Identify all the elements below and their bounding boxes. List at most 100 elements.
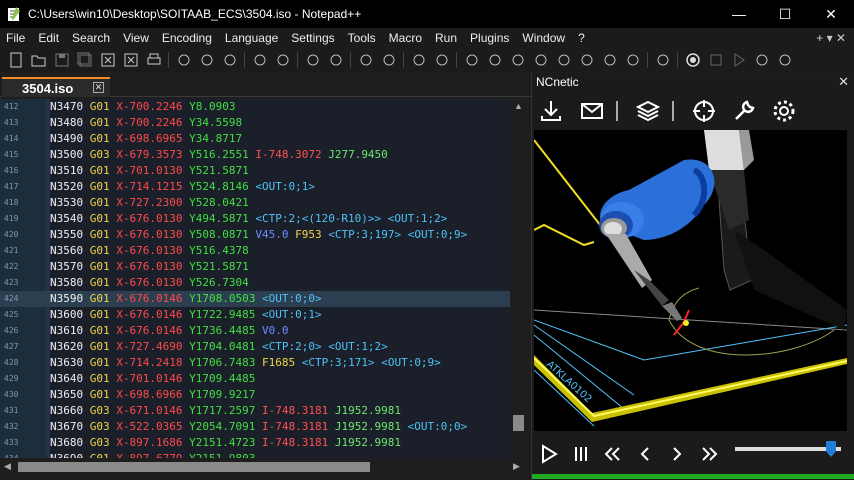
horizontal-scroll-thumb[interactable] xyxy=(18,462,370,472)
menu-encoding[interactable]: Encoding xyxy=(156,28,219,48)
horizontal-scrollbar[interactable]: ◀ ▶ xyxy=(0,458,527,476)
sync-h-icon[interactable] xyxy=(430,49,453,71)
doc-list-icon[interactable] xyxy=(621,49,644,71)
code-line[interactable]: 419 N3540 G01 X-676.0130 Y494.5871 <CTP:2… xyxy=(0,211,510,227)
paste-icon[interactable] xyxy=(218,49,241,71)
tab-3504-iso[interactable]: 3504.iso ✕ xyxy=(2,77,110,97)
replace-icon[interactable] xyxy=(324,49,347,71)
map-icon[interactable] xyxy=(552,49,575,71)
menu-tools[interactable]: Tools xyxy=(342,28,383,48)
menu-overflow-controls[interactable]: + ▾ ✕ xyxy=(816,31,854,45)
code-token: Y528.0421 xyxy=(182,196,249,209)
pause-icon[interactable] xyxy=(570,443,592,465)
menu-edit[interactable]: Edit xyxy=(32,28,66,48)
code-line[interactable]: 434 N3690 G01 X-897.6779 Y2151.9803 xyxy=(0,451,510,458)
zoom-out-icon[interactable] xyxy=(377,49,400,71)
layers-icon[interactable] xyxy=(635,98,661,124)
stop-icon[interactable] xyxy=(704,49,727,71)
target-icon[interactable] xyxy=(691,98,717,124)
code-line[interactable]: 413 N3480 G01 X-700.2246 Y34.5598 xyxy=(0,115,510,131)
mail-icon[interactable] xyxy=(579,98,605,124)
find-icon[interactable] xyxy=(301,49,324,71)
sync-v-icon[interactable] xyxy=(407,49,430,71)
step-forward-icon[interactable] xyxy=(666,443,688,465)
code-line[interactable]: 416 N3510 G01 X-701.0130 Y521.5871 xyxy=(0,163,510,179)
code-line[interactable]: 421 N3560 G01 X-676.0130 Y516.4378 xyxy=(0,243,510,259)
playback-slider[interactable] xyxy=(735,441,841,457)
panel-close-icon[interactable]: ✕ xyxy=(838,74,849,90)
maximize-button[interactable]: ☐ xyxy=(762,0,808,28)
code-editor[interactable]: 412 N3470 G01 X-700.2246 Y8.0903 413 N3480 … xyxy=(0,99,527,458)
zoom-in-icon[interactable] xyxy=(354,49,377,71)
play-multi-icon[interactable] xyxy=(750,49,773,71)
vertical-scroll-thumb[interactable] xyxy=(513,415,524,431)
monitor-icon[interactable] xyxy=(651,49,674,71)
cut-icon[interactable] xyxy=(172,49,195,71)
copy-icon[interactable] xyxy=(195,49,218,71)
undo-icon[interactable] xyxy=(248,49,271,71)
gear-icon[interactable] xyxy=(771,98,797,124)
code-line[interactable]: 417 N3520 G01 X-714.1215 Y524.8146 <OUT:0… xyxy=(0,179,510,195)
folder-workspace-icon[interactable] xyxy=(598,49,621,71)
code-line[interactable]: 418 N3530 G01 X-727.2300 Y528.0421 xyxy=(0,195,510,211)
menu-view[interactable]: View xyxy=(117,28,156,48)
code-line[interactable]: 423 N3580 G01 X-676.0130 Y526.7304 xyxy=(0,275,510,291)
code-line[interactable]: 427 N3620 G01 X-727.4690 Y1704.0481 <CTP:… xyxy=(0,339,510,355)
code-line[interactable]: 426 N3610 G01 X-676.0146 Y1736.4485 V0.0 xyxy=(0,323,510,339)
code-line[interactable]: 425 N3600 G01 X-676.0146 Y1722.9485 <OUT:… xyxy=(0,307,510,323)
code-line[interactable]: 415 N3500 G03 X-679.3573 Y516.2551 I-748.… xyxy=(0,147,510,163)
scroll-right-icon[interactable]: ▶ xyxy=(513,461,520,472)
playback-slider-thumb[interactable] xyxy=(826,441,836,457)
vertical-scrollbar[interactable]: ▲ xyxy=(510,99,527,458)
print-icon[interactable] xyxy=(142,49,165,71)
menu-macro[interactable]: Macro xyxy=(383,28,429,48)
save-macro-icon[interactable] xyxy=(773,49,796,71)
3d-viewport[interactable]: ATKLA0102 xyxy=(534,130,847,431)
scroll-left-icon[interactable]: ◀ xyxy=(4,461,11,472)
code-line[interactable]: 432 N3670 G03 X-522.0365 Y2054.7091 I-748… xyxy=(0,419,510,435)
menu-settings[interactable]: Settings xyxy=(285,28,341,48)
record-icon[interactable] xyxy=(681,49,704,71)
open-file-icon[interactable] xyxy=(27,49,50,71)
code-line[interactable]: 424 N3590 G01 X-676.0146 Y1708.0503 <OUT:… xyxy=(0,291,510,307)
menu-search[interactable]: Search xyxy=(66,28,117,48)
download-icon[interactable] xyxy=(538,98,564,124)
indent-guide-icon[interactable] xyxy=(506,49,529,71)
save-icon[interactable] xyxy=(50,49,73,71)
function-list-icon[interactable] xyxy=(575,49,598,71)
code-line[interactable]: 420 N3550 G01 X-676.0130 Y508.0871 V45.0 … xyxy=(0,227,510,243)
code-line[interactable]: 429 N3640 G01 X-701.0146 Y1709.4485 xyxy=(0,371,510,387)
menu-language[interactable]: Language xyxy=(219,28,285,48)
code-line[interactable]: 431 N3660 G03 X-671.0146 Y1717.2597 I-748… xyxy=(0,403,510,419)
minimize-button[interactable]: — xyxy=(716,0,762,28)
code-line[interactable]: 414 N3490 G01 X-698.6965 Y34.8717 xyxy=(0,131,510,147)
close-icon[interactable] xyxy=(96,49,119,71)
play-icon[interactable] xyxy=(538,443,560,465)
code-line[interactable]: 433 N3680 G03 X-897.1686 Y2151.4723 I-748… xyxy=(0,435,510,451)
save-all-icon[interactable] xyxy=(73,49,96,71)
menu-file[interactable]: File xyxy=(0,28,32,48)
code-line[interactable]: 428 N3630 G01 X-714.2418 Y1706.7483 F1685… xyxy=(0,355,510,371)
wrap-icon[interactable] xyxy=(460,49,483,71)
lang-icon[interactable] xyxy=(529,49,552,71)
wrench-icon[interactable] xyxy=(731,98,757,124)
close-all-icon[interactable] xyxy=(119,49,142,71)
step-back-icon[interactable] xyxy=(634,443,656,465)
play-icon[interactable] xyxy=(727,49,750,71)
code-line[interactable]: 422 N3570 G01 X-676.0130 Y521.5871 xyxy=(0,259,510,275)
menu-window[interactable]: Window xyxy=(516,28,572,48)
scroll-up-icon[interactable]: ▲ xyxy=(514,101,523,111)
close-button[interactable]: ✕ xyxy=(808,0,854,28)
tab-close-icon[interactable]: ✕ xyxy=(93,82,104,93)
fast-forward-icon[interactable] xyxy=(698,443,720,465)
redo-icon[interactable] xyxy=(271,49,294,71)
menu-help[interactable]: ? xyxy=(572,28,592,48)
menu-plugins[interactable]: Plugins xyxy=(464,28,516,48)
menu-run[interactable]: Run xyxy=(429,28,464,48)
code-line[interactable]: 412 N3470 G01 X-700.2246 Y8.0903 xyxy=(0,99,510,115)
code-line[interactable]: 430 N3650 G01 X-698.6966 Y1709.9217 xyxy=(0,387,510,403)
show-all-chars-icon[interactable] xyxy=(483,49,506,71)
new-file-icon[interactable] xyxy=(4,49,27,71)
rewind-icon[interactable] xyxy=(602,443,624,465)
code-token: I-748.3181 xyxy=(255,436,329,449)
